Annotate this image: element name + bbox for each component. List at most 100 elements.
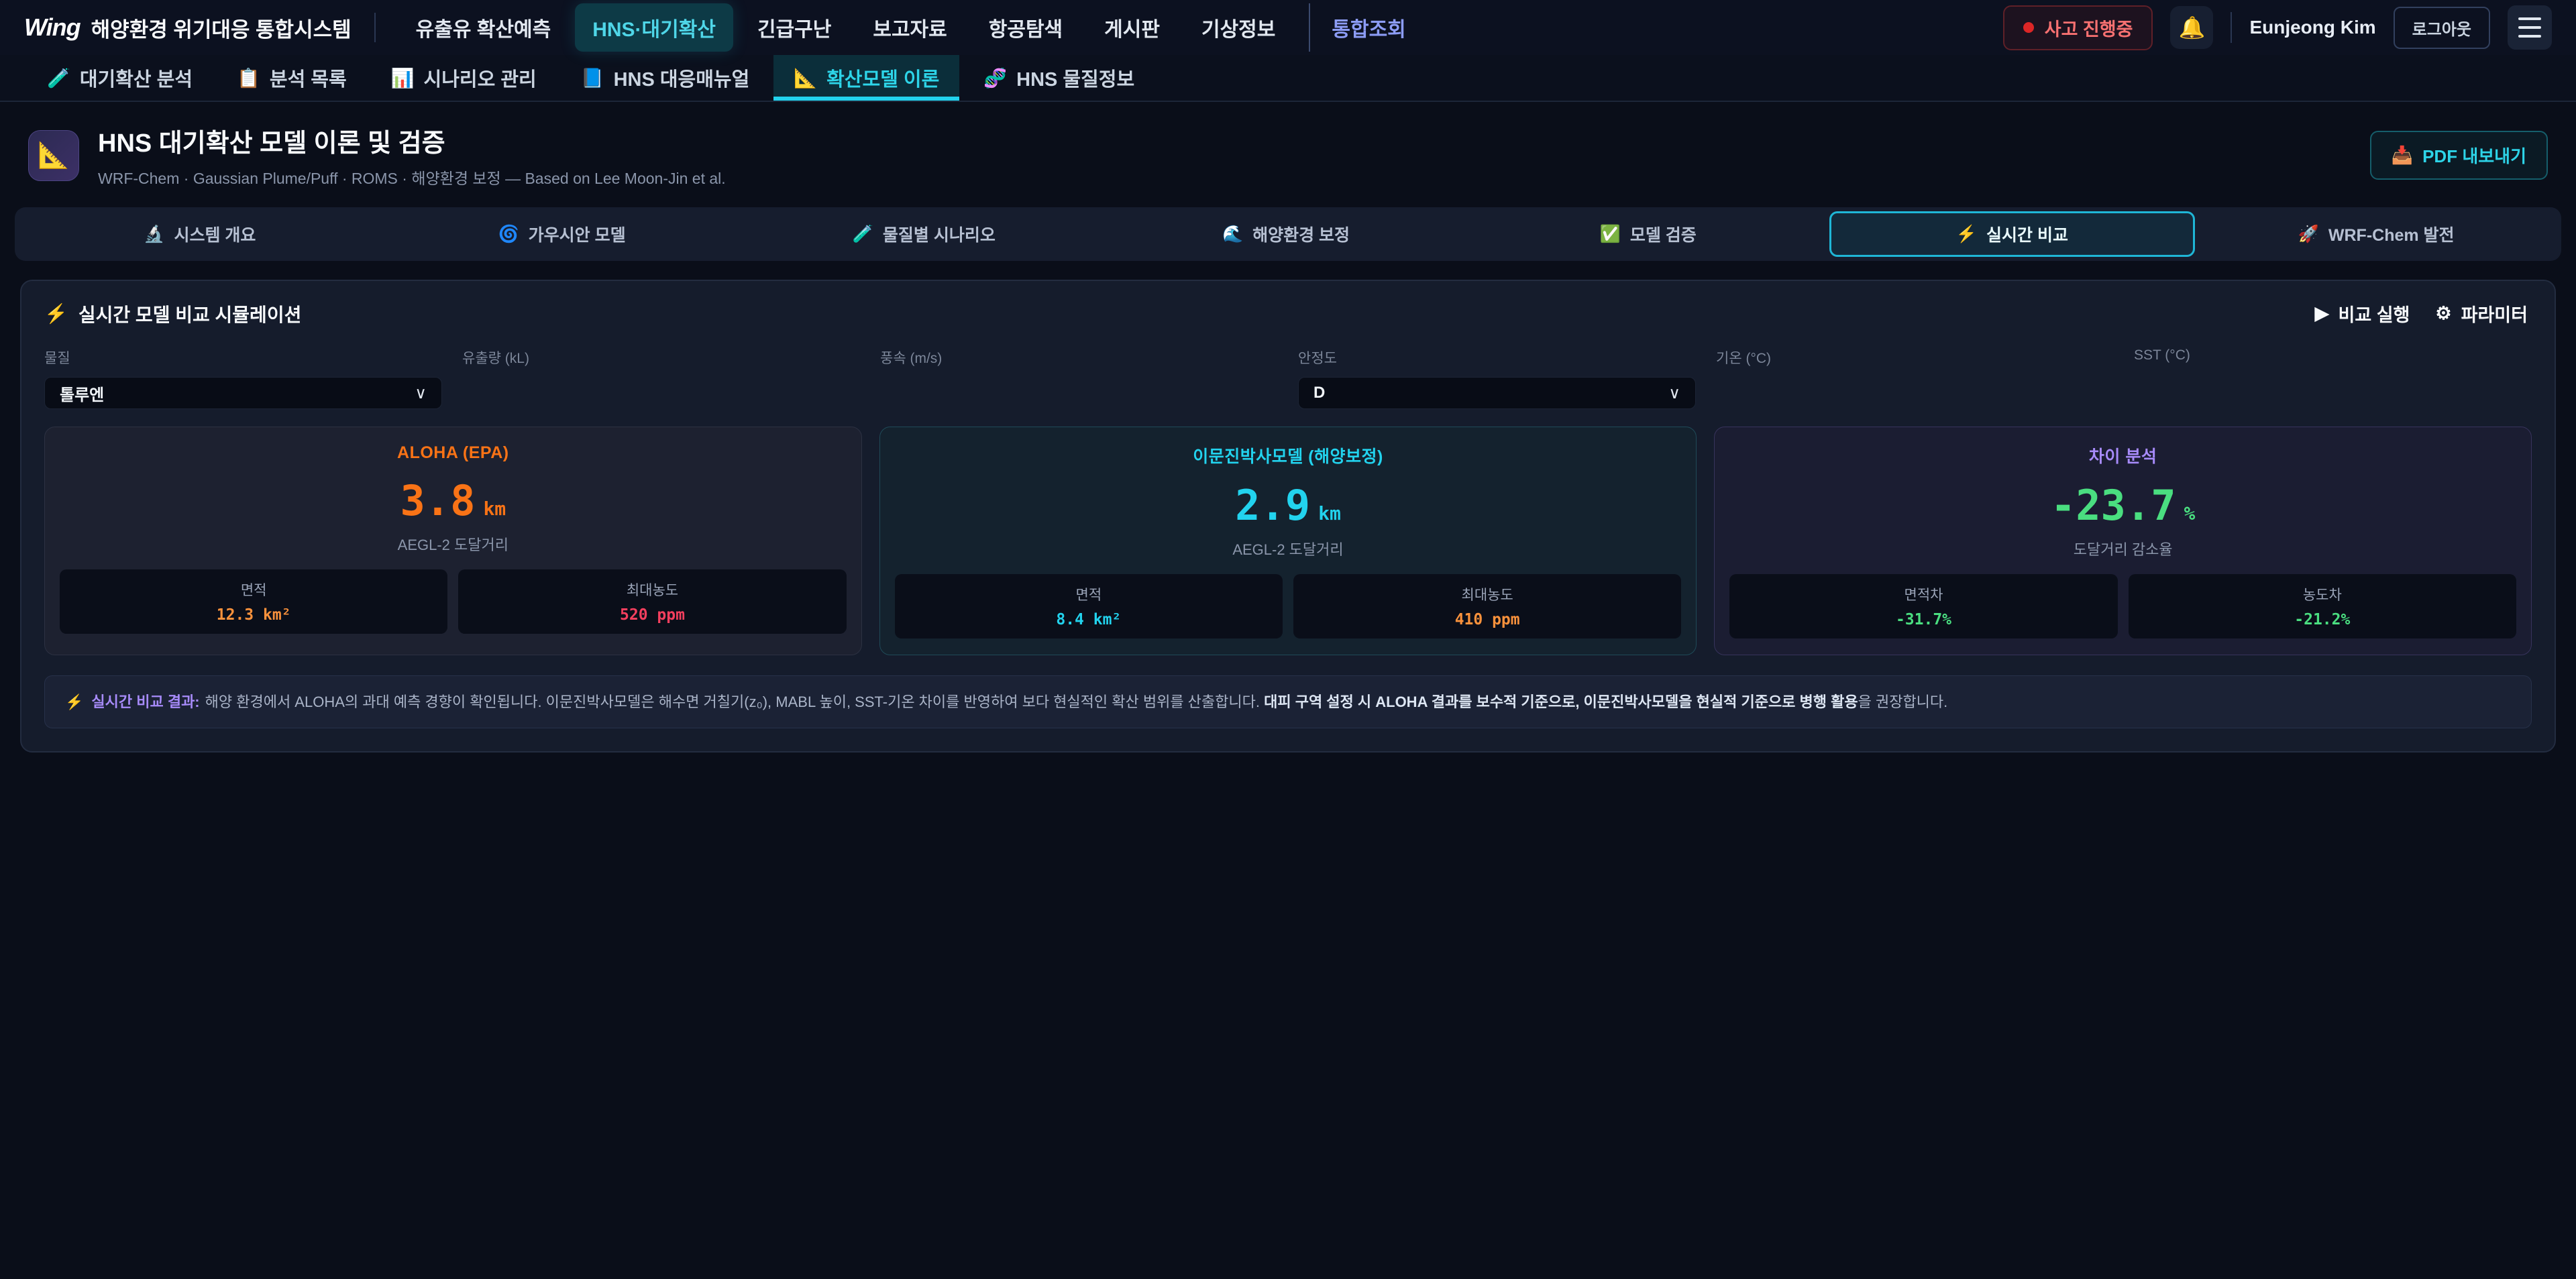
nav-item-integrated-search[interactable]: 통합조회	[1309, 3, 1423, 52]
brand-logo[interactable]: Wing 해양환경 위기대응 통합시스템	[24, 13, 352, 43]
tab-wrf-chem[interactable]: 🚀 WRF-Chem 발전	[2195, 211, 2557, 257]
bar-chart-icon: 📊	[391, 67, 415, 89]
page-header: 📐 HNS 대기확산 모델 이론 및 검증 WRF-Chem · Gaussia…	[0, 102, 2576, 205]
wave-icon: 🌊	[1222, 225, 1243, 244]
wind-speed-input[interactable]	[880, 377, 1278, 409]
download-icon: 📥	[2392, 145, 2413, 166]
cyclone-icon: 🌀	[498, 225, 519, 244]
menu-button[interactable]	[2508, 5, 2552, 50]
card-caption: 도달거리 감소율	[1729, 538, 2516, 559]
notice-body: 해양 환경에서 ALOHA의 과대 예측 경향이 확인됩니다. 이문진박사모델은…	[205, 693, 1264, 710]
card-stats: 면적 12.3 km² 최대농도 520 ppm	[60, 569, 847, 634]
spill-amount-control: 유출량 (kL)	[462, 347, 860, 409]
stat-concentration-diff: 농도차 -21.2%	[2129, 574, 2516, 638]
page-icon: 📐	[28, 130, 79, 181]
sub-nav: 🧪 대기확산 분석 📋 분석 목록 📊 시나리오 관리 📘 HNS 대응매뉴얼 …	[0, 55, 2576, 102]
card-caption: AEGL-2 도달거리	[895, 538, 1682, 559]
subnav-scenario-management[interactable]: 📊 시나리오 관리	[371, 55, 557, 101]
run-comparison-button[interactable]: ▶ 비교 실행	[2311, 300, 2414, 327]
play-icon: ▶	[2315, 303, 2329, 324]
result-cards: ALOHA (EPA) 3.8km AEGL-2 도달거리 면적 12.3 km…	[44, 427, 2532, 655]
tab-marine-correction[interactable]: 🌊 해양환경 보정	[1105, 211, 1467, 257]
hamburger-icon	[2518, 17, 2541, 20]
spill-amount-input[interactable]	[462, 377, 860, 409]
stability-label: 안정도	[1298, 347, 1696, 368]
simulation-controls: 물질 톨루엔 ∨ 유출량 (kL) 풍속 (m/s) 안정도 D ∨	[44, 347, 2532, 409]
card-title: ALOHA (EPA)	[60, 443, 847, 463]
test-tube-icon: 🧪	[853, 225, 873, 244]
status-dot-icon	[2023, 22, 2034, 33]
sst-label: SST (°C)	[2134, 347, 2532, 364]
sst-control: SST (°C)	[2134, 347, 2532, 409]
nav-item-emergency-rescue[interactable]: 긴급구난	[740, 3, 849, 52]
subnav-hns-manual[interactable]: 📘 HNS 대응매뉴얼	[561, 55, 770, 101]
notice-lead: 실시간 비교 결과:	[91, 693, 199, 710]
tab-model-validation[interactable]: ✅ 모델 검증	[1467, 211, 1829, 257]
nav-item-weather[interactable]: 기상정보	[1184, 3, 1293, 52]
card-caption: AEGL-2 도달거리	[60, 533, 847, 555]
brand-mark: Wing	[24, 13, 80, 42]
tab-system-overview[interactable]: 🔬 시스템 개요	[19, 211, 381, 257]
sst-input[interactable]	[2134, 373, 2532, 405]
page-title: HNS 대기확산 모델 이론 및 검증	[98, 122, 726, 159]
substance-control: 물질 톨루엔 ∨	[44, 347, 442, 409]
nav-item-oil-diffusion[interactable]: 유출유 확산예측	[398, 3, 569, 52]
wind-speed-label: 풍속 (m/s)	[880, 347, 1278, 368]
notice-emphasis: 대피 구역 설정 시 ALOHA 결과를 보수적 기준으로, 이문진박사모델을 …	[1264, 693, 1858, 710]
parameters-button[interactable]: ⚙ 파라미터	[2431, 300, 2532, 327]
tab-substance-scenarios[interactable]: 🧪 물질별 시나리오	[743, 211, 1105, 257]
notice-tail: 을 권장합니다.	[1858, 693, 1948, 710]
book-icon: 📘	[581, 67, 604, 89]
incident-badge-label: 사고 진행중	[2045, 15, 2133, 41]
spill-amount-label: 유출량 (kL)	[462, 347, 860, 368]
stability-select[interactable]: D ∨	[1298, 377, 1696, 409]
realtime-comparison-panel: ⚡ 실시간 모델 비교 시뮬레이션 ▶ 비교 실행 ⚙ 파라미터 물질 톨루엔	[20, 280, 2556, 753]
test-tube-icon: 🧪	[47, 67, 70, 89]
card-diff-analysis: 차이 분석 -23.7% 도달거리 감소율 면적차 -31.7% 농도차 -21…	[1714, 427, 2532, 655]
panel-actions: ▶ 비교 실행 ⚙ 파라미터	[2311, 300, 2532, 327]
triangle-ruler-icon: 📐	[38, 141, 69, 170]
tab-realtime-comparison[interactable]: ⚡ 실시간 비교	[1829, 211, 2196, 257]
subnav-analysis-list[interactable]: 📋 분석 목록	[217, 55, 367, 101]
substance-select[interactable]: 톨루엔 ∨	[44, 377, 442, 409]
page-titles: HNS 대기확산 모델 이론 및 검증 WRF-Chem · Gaussian …	[98, 122, 726, 188]
stat-area: 면적 12.3 km²	[60, 569, 447, 634]
lightning-icon: ⚡	[65, 693, 83, 710]
nav-item-reports[interactable]: 보고자료	[855, 3, 964, 52]
wind-speed-control: 풍속 (m/s)	[880, 347, 1278, 409]
stat-area-diff: 면적차 -31.7%	[1729, 574, 2117, 638]
subnav-air-analysis[interactable]: 🧪 대기확산 분석	[27, 55, 213, 101]
card-main-value: 3.8km	[60, 476, 847, 525]
clipboard-icon: 📋	[237, 67, 260, 89]
logout-button[interactable]: 로그아웃	[2394, 7, 2490, 49]
app-root: Wing 해양환경 위기대응 통합시스템 유출유 확산예측 HNS·대기확산 긴…	[0, 0, 2576, 1279]
check-icon: ✅	[1600, 225, 1621, 244]
card-title: 차이 분석	[1729, 443, 2516, 467]
topnav-divider	[2231, 12, 2232, 43]
card-stats: 면적차 -31.7% 농도차 -21.2%	[1729, 574, 2516, 638]
section-tabs: 🔬 시스템 개요 🌀 가우시안 모델 🧪 물질별 시나리오 🌊 해양환경 보정 …	[15, 207, 2561, 261]
nav-item-hns-air[interactable]: HNS·대기확산	[575, 3, 733, 52]
top-nav-right: 사고 진행중 🔔 Eunjeong Kim 로그아웃	[2003, 5, 2552, 50]
lightning-icon: ⚡	[1956, 225, 1977, 244]
card-moonjin-model: 이문진박사모델 (해양보정) 2.9km AEGL-2 도달거리 면적 8.4 …	[879, 427, 1697, 655]
air-temp-label: 기온 (°C)	[1716, 347, 2114, 368]
pdf-export-button[interactable]: 📥 PDF 내보내기	[2370, 131, 2548, 180]
dna-icon: 🧬	[983, 67, 1007, 89]
page-subtitle: WRF-Chem · Gaussian Plume/Puff · ROMS · …	[98, 166, 726, 188]
notifications-button[interactable]: 🔔	[2170, 6, 2213, 49]
nav-item-board[interactable]: 게시판	[1087, 3, 1177, 52]
incident-status-badge[interactable]: 사고 진행중	[2003, 5, 2153, 50]
tab-gaussian-model[interactable]: 🌀 가우시안 모델	[381, 211, 743, 257]
lightning-icon: ⚡	[44, 302, 68, 325]
air-temp-input[interactable]	[1716, 377, 2114, 409]
air-temp-control: 기온 (°C)	[1716, 347, 2114, 409]
subnav-hns-substance-info[interactable]: 🧬 HNS 물질정보	[963, 55, 1155, 101]
subnav-diffusion-theory[interactable]: 📐 확산모델 이론	[773, 55, 959, 101]
gear-icon: ⚙	[2435, 303, 2451, 324]
substance-label: 물질	[44, 347, 442, 368]
nav-item-aerial-search[interactable]: 항공탐색	[971, 3, 1080, 52]
top-menu: 유출유 확산예측 HNS·대기확산 긴급구난 보고자료 항공탐색 게시판 기상정…	[398, 3, 1424, 52]
card-main-value: -23.7%	[1729, 481, 2516, 530]
microscope-icon: 🔬	[144, 225, 164, 244]
